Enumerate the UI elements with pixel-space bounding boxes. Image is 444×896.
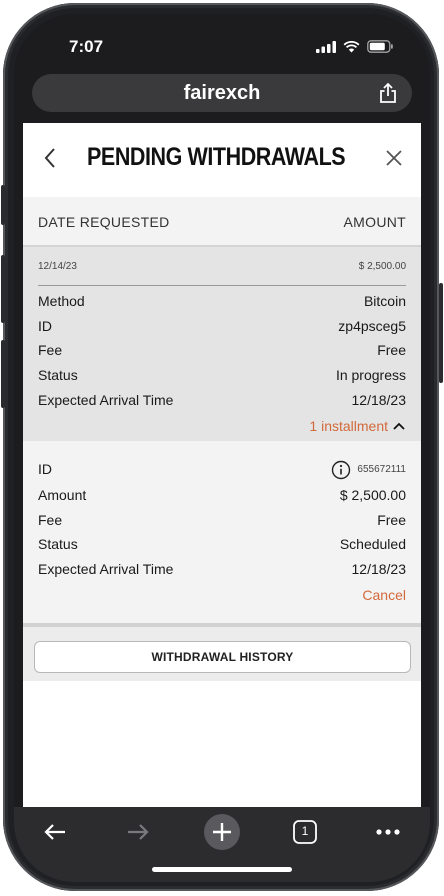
- history-section: WITHDRAWAL HISTORY: [23, 627, 421, 681]
- side-button: [1, 255, 5, 323]
- back-button[interactable]: [35, 815, 75, 849]
- close-icon[interactable]: [385, 149, 403, 167]
- battery-icon: [367, 40, 393, 53]
- detail-label: Method: [38, 293, 85, 309]
- share-icon[interactable]: [378, 82, 398, 104]
- url-text[interactable]: fairexch: [32, 82, 412, 105]
- browser-toolbar: 1: [14, 807, 430, 882]
- page-header: PENDING WITHDRAWALS: [23, 123, 421, 197]
- installment-id-row: ID 655672111: [38, 460, 406, 481]
- detail-value: $ 2,500.00: [339, 487, 406, 503]
- status-icons: [316, 40, 394, 53]
- detail-label: ID: [38, 461, 52, 477]
- forward-arrow-icon[interactable]: [125, 822, 151, 842]
- detail-value: 12/18/23: [351, 561, 407, 577]
- new-tab-plus-icon[interactable]: [203, 813, 241, 851]
- withdrawal-date: 12/14/23: [38, 261, 77, 272]
- detail-row: Expected Arrival Time 12/18/23: [38, 392, 406, 412]
- detail-row: ID zp4psceg5: [38, 318, 406, 338]
- status-bar: 7:07: [14, 14, 430, 74]
- detail-value: Free: [377, 342, 406, 358]
- tab-count[interactable]: 1: [285, 824, 325, 838]
- installment-details: ID 655672111 Amount $ 2,500.00 Fee Free …: [23, 441, 421, 623]
- column-amount: AMOUNT: [343, 214, 406, 230]
- detail-row: Amount $ 2,500.00: [38, 487, 406, 507]
- detail-label: Fee: [38, 342, 63, 358]
- column-date-requested: DATE REQUESTED: [38, 214, 170, 230]
- detail-value: In progress: [335, 367, 406, 383]
- detail-value: Free: [377, 512, 406, 528]
- side-button: [1, 185, 5, 225]
- side-button: [439, 283, 443, 383]
- tabs-button[interactable]: 1: [285, 815, 325, 849]
- installments-toggle[interactable]: 1 installment: [38, 418, 406, 438]
- detail-row: Fee Free: [38, 342, 406, 362]
- withdrawal-header-row: 12/14/23 $ 2,500.00: [38, 261, 406, 281]
- info-icon[interactable]: [331, 460, 351, 480]
- detail-label: Expected Arrival Time: [38, 561, 174, 577]
- cancel-row: Cancel: [38, 587, 406, 607]
- new-tab-button[interactable]: [202, 813, 242, 851]
- detail-value: 12/18/23: [351, 392, 407, 408]
- withdrawal-amount: $ 2,500.00: [358, 261, 406, 272]
- installment-id-value: 655672111: [357, 464, 406, 475]
- side-button: [1, 340, 5, 408]
- page-content: PENDING WITHDRAWALS DATE REQUESTED AMOUN…: [23, 123, 421, 807]
- signal-icon: [316, 40, 336, 53]
- detail-row: Method Bitcoin: [38, 293, 406, 313]
- screen: 7:07 fairexch PENDING WITHDRAWALS DATE R…: [14, 14, 430, 882]
- address-bar[interactable]: fairexch: [32, 74, 412, 112]
- back-chevron-icon[interactable]: [43, 145, 57, 171]
- home-indicator: [152, 867, 292, 872]
- detail-label: Amount: [38, 487, 87, 503]
- detail-label: Status: [38, 367, 78, 383]
- detail-row: Expected Arrival Time 12/18/23: [38, 561, 406, 581]
- detail-label: ID: [38, 318, 52, 334]
- divider: [38, 285, 406, 286]
- column-headers: DATE REQUESTED AMOUNT: [23, 197, 421, 247]
- status-time: 7:07: [69, 37, 104, 56]
- more-icon[interactable]: [375, 828, 401, 836]
- more-button[interactable]: [368, 815, 408, 849]
- back-arrow-icon[interactable]: [42, 822, 68, 842]
- detail-label: Status: [38, 536, 78, 552]
- detail-row: Fee Free: [38, 512, 406, 532]
- page-title: PENDING WITHDRAWALS: [87, 143, 346, 171]
- chevron-up-icon[interactable]: [392, 421, 406, 431]
- installments-toggle-label[interactable]: 1 installment: [309, 418, 388, 434]
- detail-row: Status Scheduled: [38, 536, 406, 556]
- cancel-link[interactable]: Cancel: [362, 587, 406, 603]
- forward-button[interactable]: [118, 815, 158, 849]
- withdrawal-history-button[interactable]: WITHDRAWAL HISTORY: [34, 641, 411, 673]
- detail-value: zp4psceg5: [338, 318, 406, 334]
- wifi-icon: [343, 40, 360, 52]
- detail-label: Expected Arrival Time: [38, 392, 174, 408]
- detail-label: Fee: [38, 512, 63, 528]
- detail-value: Scheduled: [339, 536, 406, 552]
- withdrawal-summary: 12/14/23 $ 2,500.00 Method Bitcoin ID zp…: [23, 247, 421, 441]
- empty-area: [23, 681, 421, 807]
- detail-row: Status In progress: [38, 367, 406, 387]
- detail-value: Bitcoin: [363, 293, 406, 309]
